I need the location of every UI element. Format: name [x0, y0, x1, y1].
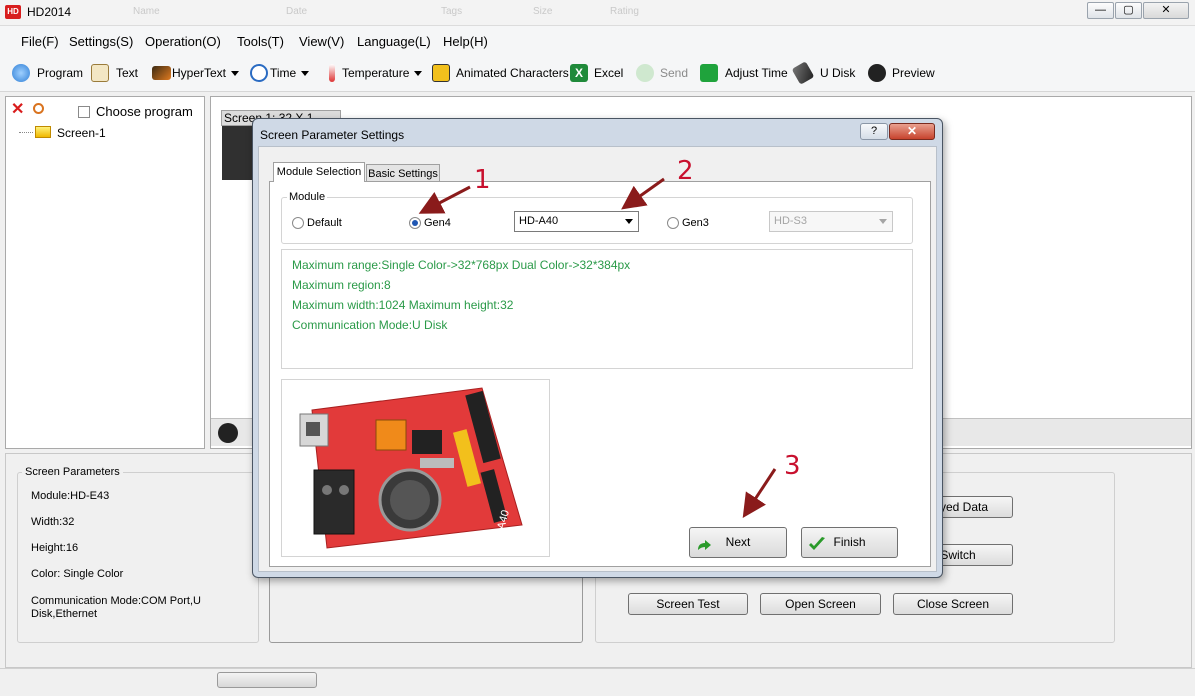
annotation-arrow-2: [621, 177, 665, 210]
annotation-number-2: 2: [677, 156, 694, 186]
annotation-number-3: 3: [784, 451, 801, 481]
annotation-number-1: 1: [474, 165, 491, 195]
annotation-arrow-3: [742, 468, 777, 519]
annotation-arrows: [418, 177, 777, 519]
annotation-arrow-1: [418, 185, 471, 214]
